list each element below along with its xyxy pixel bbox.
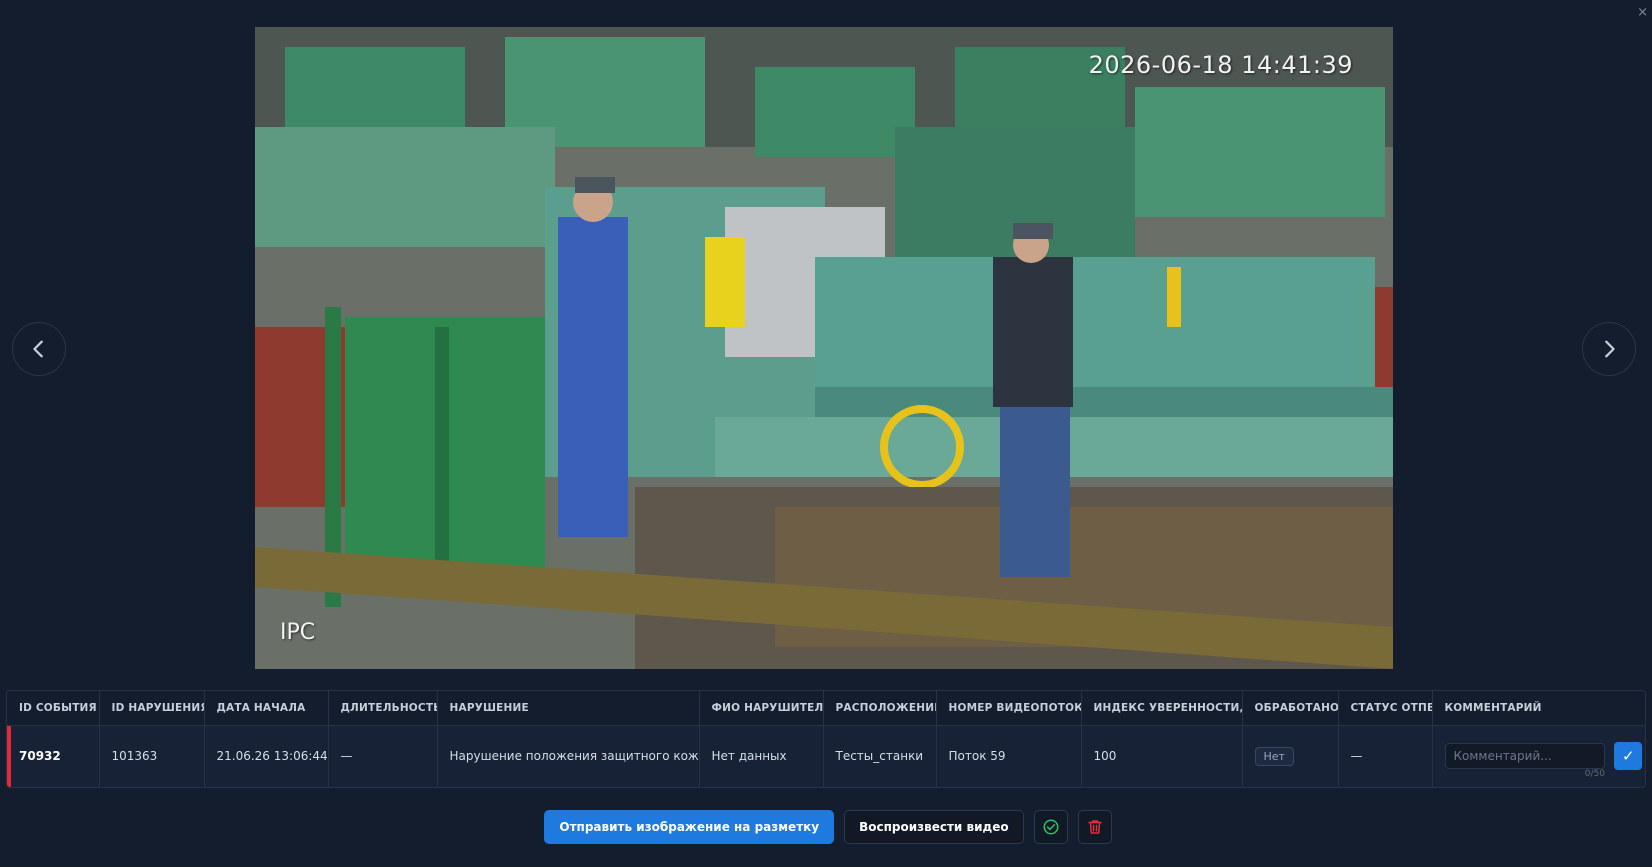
- duration-cell: —: [328, 725, 438, 787]
- comment-char-counter: 0/50: [1584, 769, 1605, 779]
- camera-label: IPC: [280, 620, 316, 645]
- otpb-status-cell: —: [1338, 725, 1433, 787]
- action-bar: Отправить изображение на разметку Воспро…: [0, 810, 1652, 844]
- camera-frame: [255, 27, 1393, 669]
- column-header[interactable]: КОММЕНТАРИЙ: [1432, 691, 1645, 726]
- check-circle-icon: [1043, 819, 1059, 835]
- event-id-cell: 70932: [7, 725, 100, 787]
- chevron-right-icon: [1605, 340, 1615, 358]
- confidence-cell: 100: [1081, 725, 1243, 787]
- events-table: ID СОБЫТИЯ ID НАРУШЕНИЯ ДАТА НАЧАЛА ДЛИТ…: [6, 690, 1646, 788]
- play-video-button[interactable]: Воспроизвести видео: [844, 810, 1024, 844]
- chevron-left-icon: [33, 340, 43, 358]
- violator-cell: Нет данных: [699, 725, 824, 787]
- comment-input[interactable]: [1444, 743, 1605, 770]
- trash-icon: [1087, 820, 1102, 834]
- column-header[interactable]: РАСПОЛОЖЕНИЕ: [823, 691, 937, 726]
- violation-cell: Нарушение положения защитного кожуха: [437, 725, 700, 787]
- column-header[interactable]: НОМЕР ВИДЕОПОТОКА: [936, 691, 1082, 726]
- violation-id-cell: 101363: [99, 725, 205, 787]
- column-header[interactable]: ДАТА НАЧАЛА: [204, 691, 329, 726]
- column-header[interactable]: ФИО НАРУШИТЕЛЯ: [699, 691, 824, 726]
- column-header[interactable]: НАРУШЕНИЕ: [437, 691, 700, 726]
- next-image-button[interactable]: [1582, 322, 1636, 376]
- delete-button[interactable]: [1077, 810, 1112, 844]
- table-header-row: ID СОБЫТИЯ ID НАРУШЕНИЯ ДАТА НАЧАЛА ДЛИТ…: [7, 691, 1645, 726]
- submit-comment-button[interactable]: ✓: [1614, 742, 1643, 771]
- column-header[interactable]: ID НАРУШЕНИЯ: [99, 691, 205, 726]
- event-image: 2026-06-18 14:41:39 IPC: [255, 27, 1393, 669]
- comment-cell: ✓ 0/50: [1432, 725, 1645, 787]
- processed-badge: Нет: [1254, 746, 1294, 766]
- close-icon[interactable]: ×: [1637, 6, 1648, 19]
- column-header[interactable]: ОБРАБОТАНО: [1242, 691, 1339, 726]
- stream-cell: Поток 59: [936, 725, 1082, 787]
- video-timestamp: 2026-06-18 14:41:39: [1088, 51, 1353, 79]
- column-header[interactable]: ИНДЕКС УВЕРЕННОСТИ, %: [1081, 691, 1243, 726]
- column-header[interactable]: ДЛИТЕЛЬНОСТЬ: [328, 691, 438, 726]
- send-to-annotation-button[interactable]: Отправить изображение на разметку: [544, 810, 835, 844]
- column-header[interactable]: ID СОБЫТИЯ: [7, 691, 100, 726]
- table-row[interactable]: 70932 101363 21.06.26 13:06:44 — Нарушен…: [7, 725, 1645, 787]
- column-header[interactable]: СТАТУС ОТПБ: [1338, 691, 1433, 726]
- start-date-cell: 21.06.26 13:06:44: [204, 725, 329, 787]
- approve-button[interactable]: [1033, 810, 1068, 844]
- processed-cell: Нет: [1242, 725, 1339, 787]
- prev-image-button[interactable]: [12, 322, 66, 376]
- location-cell: Тесты_станки: [823, 725, 937, 787]
